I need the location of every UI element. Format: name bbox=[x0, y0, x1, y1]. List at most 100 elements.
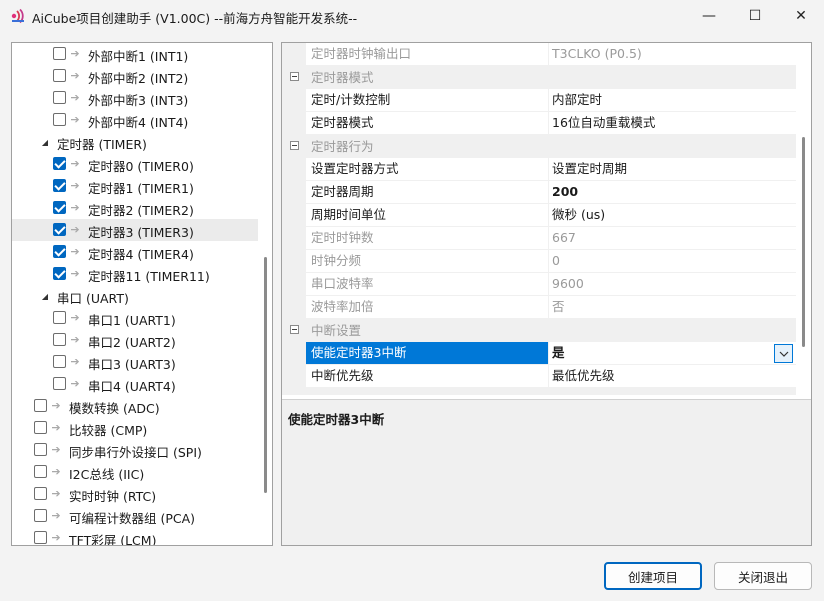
property-value[interactable]: 设置定时周期 bbox=[549, 158, 796, 181]
property-value[interactable]: 9600 bbox=[549, 273, 796, 296]
tree-item-checkbox[interactable] bbox=[34, 443, 47, 456]
property-value[interactable]: 否 bbox=[549, 296, 796, 319]
grid-property-row[interactable]: 定时器时钟输出口 T3CLKO (P0.5) bbox=[282, 43, 796, 66]
grid-property-row[interactable]: 串口波特率 9600 bbox=[282, 273, 796, 296]
tree-item-checkbox[interactable] bbox=[53, 377, 66, 390]
tree-item-checkbox[interactable] bbox=[53, 69, 66, 82]
tree-item[interactable]: ➔ 外部中断1 (INT1) bbox=[12, 43, 258, 65]
tree-item-checkbox[interactable] bbox=[53, 47, 66, 60]
tree-item-checkbox[interactable] bbox=[53, 311, 66, 324]
tree-item[interactable]: ➔ 可编程计数器组 (PCA) bbox=[12, 505, 258, 527]
tree-item-checkbox[interactable] bbox=[53, 267, 66, 280]
tree-item-checkbox[interactable] bbox=[53, 157, 66, 170]
tree-item[interactable]: ➔ 定时器4 (TIMER4) bbox=[12, 241, 258, 263]
property-name[interactable]: 中断优先级 bbox=[306, 365, 549, 388]
tree-item[interactable]: ➔ 定时器1 (TIMER1) bbox=[12, 175, 258, 197]
collapse-icon[interactable] bbox=[290, 325, 299, 334]
tree-item-checkbox[interactable] bbox=[53, 113, 66, 126]
tree-item[interactable]: ➔ 串口3 (UART3) bbox=[12, 351, 258, 373]
tree-item[interactable]: ➔ 比较器 (CMP) bbox=[12, 417, 258, 439]
tree-item-checkbox[interactable] bbox=[34, 399, 47, 412]
property-value[interactable]: 内部定时 bbox=[549, 89, 796, 112]
grid-property-row[interactable]: 使能定时器3中断是 bbox=[282, 342, 796, 365]
tree-item[interactable]: ➔ 外部中断3 (INT3) bbox=[12, 87, 258, 109]
close-button[interactable]: ✕ bbox=[778, 0, 824, 32]
property-name[interactable]: 周期时间单位 bbox=[306, 204, 549, 227]
tree-item[interactable]: ➔ 定时器0 (TIMER0) bbox=[12, 153, 258, 175]
tree-item-checkbox[interactable] bbox=[53, 223, 66, 236]
maximize-button[interactable]: ☐ bbox=[732, 0, 778, 32]
grid-property-row[interactable]: 时钟分频 0 bbox=[282, 250, 796, 273]
property-value[interactable]: 200 bbox=[549, 181, 796, 204]
property-value[interactable]: T3CLKO (P0.5) bbox=[549, 43, 796, 66]
property-name[interactable]: 设置定时器方式 bbox=[306, 158, 549, 181]
tree-item-checkbox[interactable] bbox=[53, 355, 66, 368]
tree-group[interactable]: ◢ 定时器 (TIMER) bbox=[12, 131, 258, 153]
grid-category[interactable]: 定时器模式 bbox=[282, 66, 796, 89]
property-value[interactable]: 16位自动重载模式 bbox=[549, 112, 796, 135]
grid-property-row[interactable]: 设置定时器方式 设置定时周期 bbox=[282, 158, 796, 181]
grid-property-row[interactable]: 中断优先级 最低优先级 bbox=[282, 365, 796, 388]
tree-item[interactable]: ➔ 串口1 (UART1) bbox=[12, 307, 258, 329]
collapse-icon[interactable] bbox=[290, 141, 299, 150]
peripheral-tree[interactable]: ➔ 外部中断1 (INT1) ➔ 外部中断2 (INT2) ➔ 外部中断3 (INT3) ➔… bbox=[11, 42, 273, 546]
grid-property-row[interactable]: 定时/计数控制 内部定时 bbox=[282, 89, 796, 112]
tree-item-checkbox[interactable] bbox=[53, 201, 66, 214]
grid-property-row[interactable]: 定时器周期 200 bbox=[282, 181, 796, 204]
grid-category[interactable]: 定时器行为 bbox=[282, 135, 796, 158]
tree-scrollbar[interactable] bbox=[259, 43, 272, 545]
property-value[interactable]: 微秒 (us) bbox=[549, 204, 796, 227]
tree-item-checkbox[interactable] bbox=[53, 91, 66, 104]
tree-item[interactable]: ➔ 串口4 (UART4) bbox=[12, 373, 258, 395]
tree-item[interactable]: ➔ 串口2 (UART2) bbox=[12, 329, 258, 351]
grid-property-row[interactable]: 定时器模式 16位自动重载模式 bbox=[282, 112, 796, 135]
grid-property-row[interactable]: 定时时钟数 667 bbox=[282, 227, 796, 250]
property-name[interactable]: 定时器时钟输出口 bbox=[306, 43, 549, 66]
create-project-button[interactable]: 创建项目 bbox=[604, 562, 702, 590]
property-value[interactable]: 0 bbox=[549, 250, 796, 273]
property-name[interactable]: 定时器周期 bbox=[306, 181, 549, 204]
property-name[interactable]: 串口波特率 bbox=[306, 273, 549, 296]
tree-item-checkbox[interactable] bbox=[34, 421, 47, 434]
minimize-button[interactable]: — bbox=[686, 0, 732, 32]
property-name[interactable]: 定时时钟数 bbox=[306, 227, 549, 250]
grid-property-row[interactable]: 波特率加倍否 bbox=[282, 296, 796, 319]
tree-item[interactable]: ➔ 定时器2 (TIMER2) bbox=[12, 197, 258, 219]
tree-item-checkbox[interactable] bbox=[34, 487, 47, 500]
tree-item[interactable]: ➔ 定时器3 (TIMER3) bbox=[12, 219, 258, 241]
grid-category[interactable]: 中断设置 bbox=[282, 319, 796, 342]
property-name[interactable]: 使能定时器3中断 bbox=[306, 342, 549, 365]
collapse-icon[interactable] bbox=[290, 72, 299, 81]
property-value[interactable]: 是 bbox=[549, 342, 796, 365]
tree-item[interactable]: ➔ TFT彩屏 (LCM) bbox=[12, 527, 258, 545]
grid-scrollbar-thumb[interactable] bbox=[802, 137, 805, 347]
tree-item[interactable]: ➔ 外部中断4 (INT4) bbox=[12, 109, 258, 131]
close-exit-button[interactable]: 关闭退出 bbox=[714, 562, 812, 590]
property-value[interactable]: 667 bbox=[549, 227, 796, 250]
tree-group[interactable]: ◢ 串口 (UART) bbox=[12, 285, 258, 307]
grid-property-row[interactable]: 周期时间单位 微秒 (us) bbox=[282, 204, 796, 227]
property-name[interactable]: 时钟分频 bbox=[306, 250, 549, 273]
tree-item-checkbox[interactable] bbox=[34, 509, 47, 522]
tree-item-checkbox[interactable] bbox=[53, 333, 66, 346]
tree-item-checkbox[interactable] bbox=[34, 465, 47, 478]
property-grid[interactable]: 定时器时钟输出口 T3CLKO (P0.5) 定时器模式 定时/计数控制 内部定时 定时器… bbox=[281, 42, 812, 546]
property-name[interactable]: 定时器模式 bbox=[306, 112, 549, 135]
property-name[interactable]: 波特率加倍 bbox=[306, 296, 549, 319]
property-name[interactable]: 定时/计数控制 bbox=[306, 89, 549, 112]
tree-item[interactable]: ➔ 模数转换 (ADC) bbox=[12, 395, 258, 417]
tree-item[interactable]: ➔ 实时时钟 (RTC) bbox=[12, 483, 258, 505]
tree-item-checkbox[interactable] bbox=[53, 179, 66, 192]
tree-item[interactable]: ➔ 定时器11 (TIMER11) bbox=[12, 263, 258, 285]
expand-toggle-icon[interactable]: ◢ bbox=[40, 137, 50, 147]
tree-item-checkbox[interactable] bbox=[34, 531, 47, 544]
property-value[interactable]: 最低优先级 bbox=[549, 365, 796, 388]
tree-scrollbar-thumb[interactable] bbox=[264, 257, 267, 493]
tree-item-checkbox[interactable] bbox=[53, 245, 66, 258]
tree-item[interactable]: ➔ 外部中断2 (INT2) bbox=[12, 65, 258, 87]
tree-item[interactable]: ➔ 同步串行外设接口 (SPI) bbox=[12, 439, 258, 461]
expand-toggle-icon[interactable]: ◢ bbox=[40, 291, 50, 301]
dropdown-button[interactable] bbox=[774, 344, 793, 363]
grid-scrollbar[interactable] bbox=[796, 43, 811, 395]
tree-item[interactable]: ➔ I2C总线 (IIC) bbox=[12, 461, 258, 483]
